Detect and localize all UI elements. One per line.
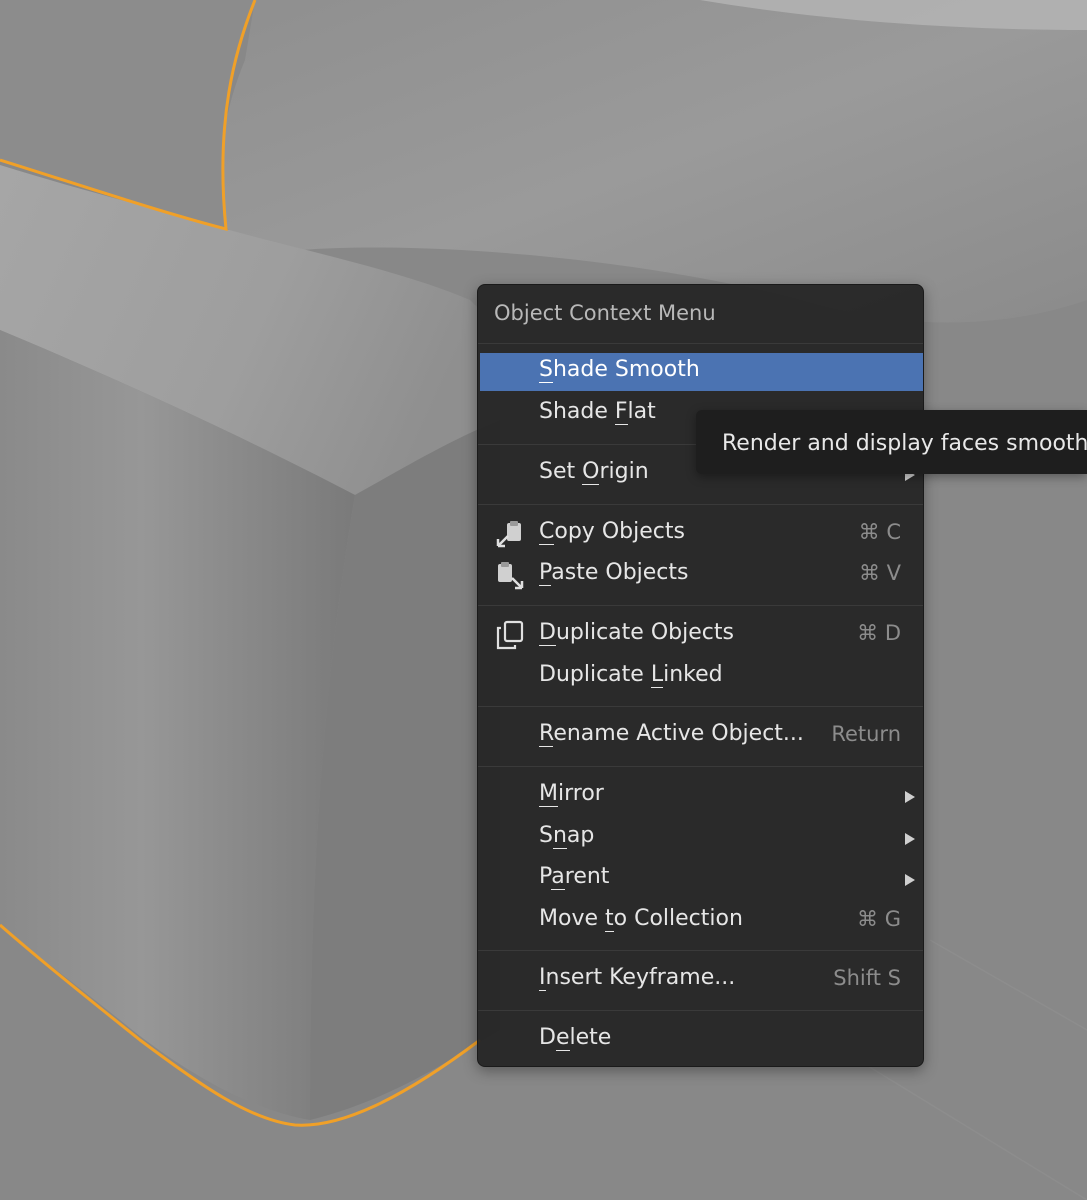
- menu-separator: [478, 1010, 923, 1011]
- menu-item-label: Delete: [539, 1025, 612, 1051]
- menu-item-label: Duplicate Objects: [539, 620, 734, 646]
- menu-item-label: Parent: [539, 864, 610, 890]
- menu-item-label: Insert Keyframe...: [539, 965, 736, 991]
- menu-item-label: Set Origin: [539, 459, 649, 485]
- menu-separator: [478, 950, 923, 951]
- menu-separator: [478, 504, 923, 505]
- menu-item-duplicate-objects[interactable]: Duplicate Objects ⌘ D: [480, 616, 923, 654]
- shortcut-label: ⌘ C: [858, 520, 901, 544]
- shortcut-label: ⌘ G: [857, 907, 901, 931]
- menu-item-mirror[interactable]: Mirror: [480, 777, 923, 815]
- paste-icon: [494, 559, 526, 591]
- menu-item-label: Duplicate Linked: [539, 662, 723, 688]
- menu-item-label: Snap: [539, 823, 595, 849]
- shortcut-label: ⌘ V: [858, 561, 901, 585]
- menu-item-label: Paste Objects: [539, 560, 689, 586]
- menu-item-label: Mirror: [539, 781, 604, 807]
- menu-item-duplicate-linked[interactable]: Duplicate Linked: [480, 658, 923, 696]
- duplicate-icon: [494, 619, 526, 651]
- menu-item-label: Rename Active Object...: [539, 721, 804, 747]
- tooltip: Render and display faces smooth: [696, 410, 1087, 474]
- shortcut-label: ⌘ D: [857, 621, 901, 645]
- menu-separator: [478, 343, 923, 344]
- menu-separator: [478, 605, 923, 606]
- menu-item-label: Copy Objects: [539, 519, 685, 545]
- menu-item-delete[interactable]: Delete: [480, 1021, 923, 1059]
- menu-item-rename-active-object[interactable]: Rename Active Object... Return: [480, 717, 923, 755]
- tooltip-text: Render and display faces smooth: [722, 431, 1087, 456]
- object-context-menu: Object Context Menu Shade Smooth Shade Fl…: [477, 284, 924, 1067]
- menu-item-move-to-collection[interactable]: Move to Collection ⌘ G: [480, 902, 923, 940]
- menu-item-shade-smooth[interactable]: Shade Smooth: [480, 353, 923, 391]
- menu-item-parent[interactable]: Parent: [480, 860, 923, 898]
- menu-separator: [478, 706, 923, 707]
- menu-item-paste-objects[interactable]: Paste Objects ⌘ V: [480, 556, 923, 594]
- menu-item-label: Shade Flat: [539, 399, 656, 425]
- menu-item-label: Move to Collection: [539, 906, 743, 932]
- menu-title: Object Context Menu: [494, 301, 716, 325]
- menu-item-label: Shade Smooth: [539, 357, 700, 383]
- menu-item-snap[interactable]: Snap: [480, 819, 923, 857]
- submenu-arrow-icon: [905, 791, 915, 803]
- menu-item-insert-keyframe[interactable]: Insert Keyframe... Shift S: [480, 961, 923, 999]
- shortcut-label: Return: [831, 722, 901, 746]
- submenu-arrow-icon: [905, 833, 915, 845]
- submenu-arrow-icon: [905, 874, 915, 886]
- menu-item-copy-objects[interactable]: Copy Objects ⌘ C: [480, 515, 923, 553]
- menu-separator: [478, 766, 923, 767]
- copy-icon: [494, 518, 526, 550]
- shortcut-label: Shift S: [833, 966, 901, 990]
